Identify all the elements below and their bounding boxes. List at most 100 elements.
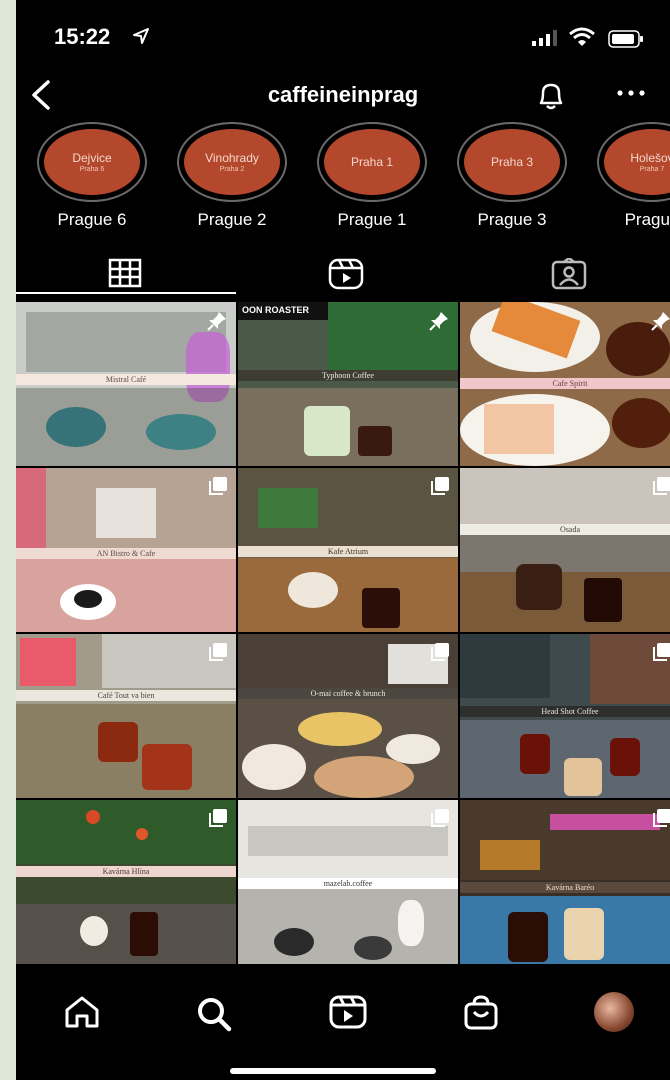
tagged-icon[interactable] <box>550 258 588 290</box>
post-tile-typhoon-coffee[interactable]: OON ROASTER Typhoon Coffee <box>238 302 458 466</box>
pin-icon <box>207 312 226 331</box>
floor <box>16 388 236 466</box>
post-tile-head-shot-coffee[interactable]: Head Shot Coffee <box>460 634 670 798</box>
brunch-plate <box>298 712 382 746</box>
status-time: 15:22 <box>54 24 111 49</box>
highlight-ring: Praha 1 <box>317 122 427 202</box>
reels-icon[interactable] <box>328 994 368 1030</box>
cake-slice <box>484 404 554 454</box>
highlight-label: Prague 3 <box>477 210 547 229</box>
cold-brew <box>358 426 392 456</box>
table <box>238 558 458 632</box>
highlight-cover-subtitle: Praha 2 <box>219 166 245 173</box>
poster <box>20 638 76 686</box>
pin-icon <box>651 312 670 331</box>
profile-avatar[interactable] <box>594 992 634 1032</box>
post-tile-kafe-atrium[interactable]: Kafe Atrium <box>238 468 458 632</box>
carafe <box>516 564 562 610</box>
bottom-navigation <box>16 978 670 1080</box>
location-arrow-icon <box>133 28 149 44</box>
iced-coffee <box>142 744 192 790</box>
highlight-cover-title: Holešov <box>630 151 670 165</box>
neon-light <box>550 814 660 830</box>
profile-screen: 15:22 caffeineinprag Dejvice Praha 6 Pra… <box>16 0 670 1080</box>
post-tile-osada[interactable]: Osada <box>460 468 670 632</box>
carousel-icon <box>431 643 449 661</box>
post-caption: O-mai coffee & brunch <box>238 688 458 699</box>
iced-coffee <box>98 722 138 762</box>
post-tile-mistral-cafe[interactable]: Mistral Café <box>16 302 236 466</box>
storefront <box>460 634 550 698</box>
more-options-icon[interactable] <box>616 88 646 98</box>
pancakes <box>314 756 414 798</box>
post-caption: Café Tout va bien <box>16 690 236 701</box>
post-caption: Osada <box>460 524 670 535</box>
post-tile-mazelab-coffee[interactable]: mazelab.coffee <box>238 800 458 964</box>
matcha-drink <box>304 406 350 456</box>
highlight-cover: Vinohrady Praha 2 <box>184 129 280 195</box>
highlight-praha-1[interactable]: Praha 1 Prague 1 <box>316 122 428 230</box>
highlight-label: Prague <box>624 210 670 229</box>
building <box>460 468 670 524</box>
active-tab-underline <box>16 292 236 294</box>
latte-glass <box>564 908 604 960</box>
flower <box>136 828 148 840</box>
post-caption: Kafe Atrium <box>238 546 458 557</box>
vase <box>398 900 424 946</box>
carousel-icon <box>209 477 227 495</box>
cold-brew <box>130 912 158 956</box>
wall <box>16 468 46 548</box>
post-tile-an-bistro-cafe[interactable]: AN Bistro & Cafe <box>16 468 236 632</box>
profile-header: caffeineinprag <box>16 72 670 118</box>
highlight-cover: Holešov Praha 7 <box>604 129 670 195</box>
counter <box>16 554 236 632</box>
highlight-cover-subtitle: Praha 7 <box>639 166 665 173</box>
cup <box>386 734 440 764</box>
search-icon[interactable] <box>194 994 234 1034</box>
post-tile-kavarna-hlina[interactable]: Kavárna Hlína <box>16 800 236 964</box>
highlight-cover-subtitle: Praha 6 <box>79 166 105 173</box>
highlight-ring: Praha 3 <box>457 122 567 202</box>
highlight-cover: Praha 1 <box>324 129 420 195</box>
home-icon[interactable] <box>62 994 102 1030</box>
battery-icon <box>608 30 643 48</box>
drink-glass <box>520 734 550 774</box>
coffee <box>74 590 102 608</box>
post-tile-kavarna-bareo[interactable]: Kavárna Baréo <box>460 800 670 964</box>
espresso-machine <box>96 488 156 538</box>
carousel-icon <box>653 477 670 495</box>
highlight-label: Prague 6 <box>57 210 127 229</box>
post-tile-cafe-tout-va-bien[interactable]: Café Tout va bien <box>16 634 236 798</box>
highlight-cover-title: Praha 1 <box>350 155 394 169</box>
post-tile-o-mai-coffee-brunch[interactable]: O-mai coffee & brunch <box>238 634 458 798</box>
highlight-ring: Dejvice Praha 6 <box>37 122 147 202</box>
table <box>238 886 458 964</box>
carousel-icon <box>653 643 670 661</box>
carousel-icon <box>431 809 449 827</box>
highlight-cover-title: Vinohrady <box>205 151 259 165</box>
bell-icon[interactable] <box>534 78 568 112</box>
highlight-cover: Praha 3 <box>464 129 560 195</box>
highlight-praha-3[interactable]: Praha 3 Prague 3 <box>456 122 568 230</box>
posts-grid: Mistral Café OON ROASTER Typhoon Coffee … <box>16 302 670 970</box>
highlight-ring: Holešov Praha 7 <box>597 122 670 202</box>
highlight-vinohrady[interactable]: Vinohrady Praha 2 Prague 2 <box>176 122 288 230</box>
profile-username: caffeineinprag <box>267 82 419 107</box>
wifi-icon <box>569 27 595 46</box>
post-caption: Head Shot Coffee <box>460 706 670 717</box>
highlight-holesovice[interactable]: Holešov Praha 7 Prague <box>596 122 670 230</box>
post-tile-cafe-spirit[interactable]: Cafe Spirit <box>460 302 670 466</box>
highlight-ring: Vinohrady Praha 2 <box>177 122 287 202</box>
shop-icon[interactable] <box>462 994 500 1032</box>
reels-icon[interactable] <box>328 258 364 290</box>
cup <box>80 916 108 946</box>
carousel-icon <box>653 809 670 827</box>
latte-glass <box>564 758 602 796</box>
highlight-label: Prague 1 <box>337 210 407 229</box>
coffee-glass <box>612 398 670 448</box>
wooden-table <box>16 904 236 964</box>
status-bar: 15:22 <box>16 24 670 54</box>
highlight-dejvice[interactable]: Dejvice Praha 6 Prague 6 <box>36 122 148 230</box>
grid-icon[interactable] <box>108 258 142 288</box>
profile-tabs <box>16 254 670 298</box>
